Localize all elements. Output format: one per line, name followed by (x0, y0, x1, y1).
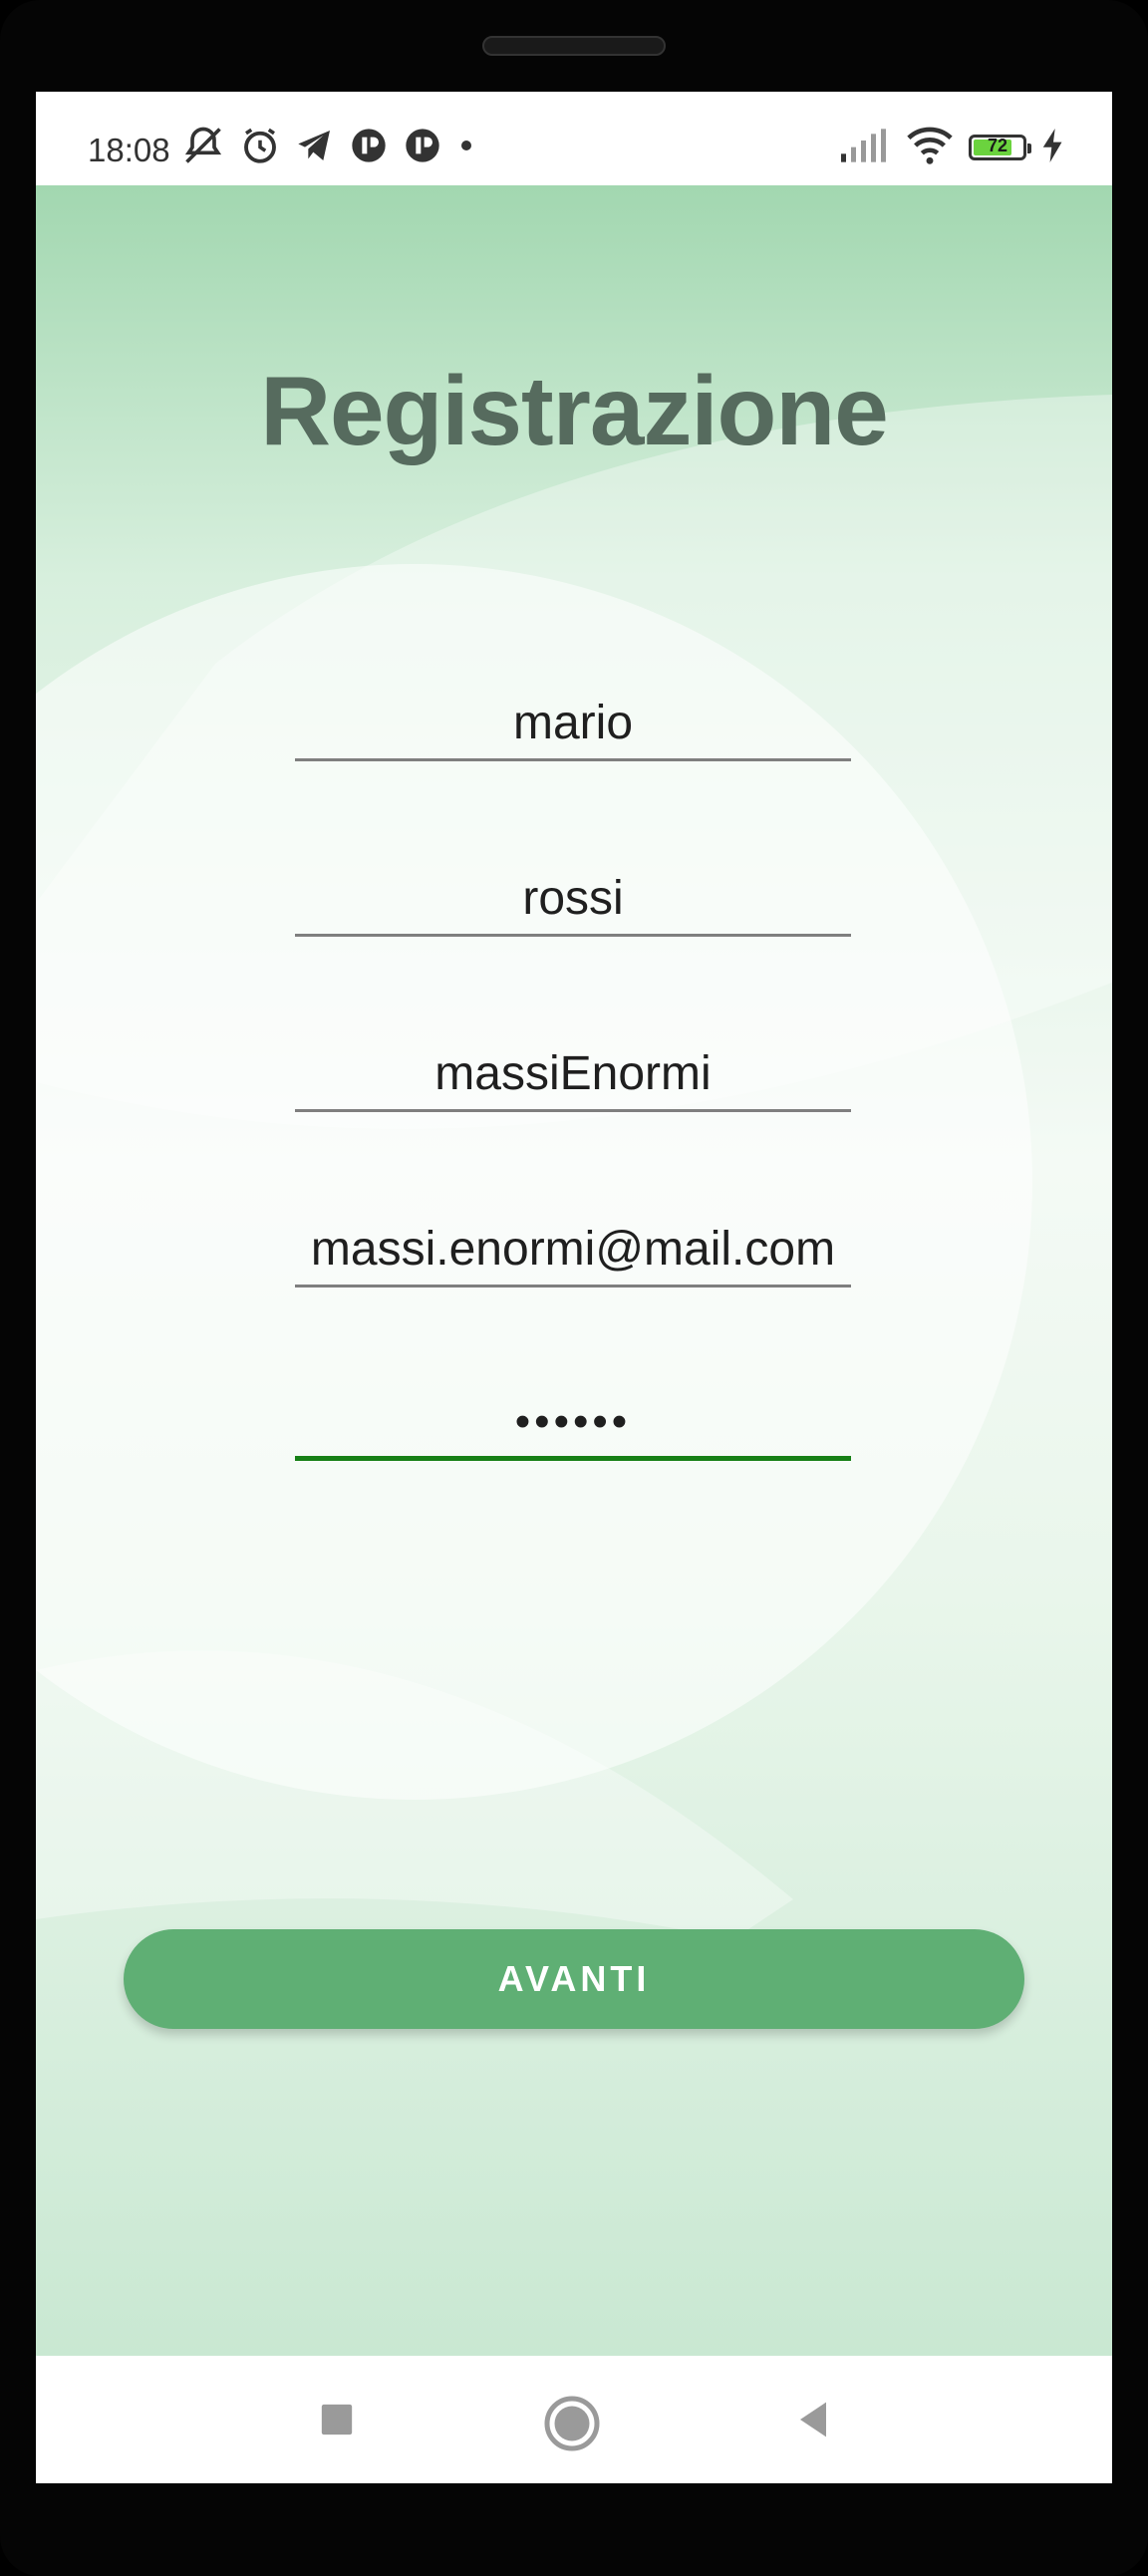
notification-icons (181, 126, 476, 169)
speaker-grille (482, 36, 666, 56)
wifi-icon (907, 126, 953, 170)
password-field[interactable] (295, 1391, 851, 1461)
first-name-input[interactable] (295, 692, 851, 753)
next-button[interactable]: AVANTI (124, 1929, 1024, 2029)
recents-square-icon[interactable] (311, 2394, 363, 2450)
app-badge-icon (349, 126, 389, 170)
charging-icon (1042, 128, 1064, 167)
app-badge-icon (403, 126, 442, 170)
navigation-bar (36, 2356, 1112, 2483)
registration-screen: Registrazione AVANTI (36, 185, 1112, 2356)
username-field[interactable] (295, 1042, 851, 1112)
home-circle-icon[interactable] (542, 2394, 602, 2458)
password-input[interactable] (295, 1391, 851, 1453)
email-input[interactable] (295, 1218, 851, 1280)
first-name-field[interactable] (295, 692, 851, 761)
battery-level: 72 (987, 136, 1008, 155)
last-name-input[interactable] (295, 867, 851, 929)
phone-frame: 18:08 72 Registrazione mario rossi massi… (0, 0, 1148, 2576)
username-input[interactable] (295, 1042, 851, 1104)
system-icons: 72 (841, 126, 1064, 169)
back-triangle-icon[interactable] (787, 2394, 839, 2450)
battery-icon: 72 (969, 135, 1031, 160)
status-time: 18:08 (88, 132, 170, 168)
dot-icon (456, 136, 476, 160)
alarm-icon (239, 125, 281, 171)
last-name-field[interactable] (295, 867, 851, 937)
email-field[interactable] (295, 1218, 851, 1288)
signal-icon (841, 128, 891, 167)
status-bar: 18:08 72 (36, 92, 1112, 185)
page-title: Registrazione (260, 356, 889, 465)
muted-notifications-icon (181, 124, 225, 172)
screen: 18:08 72 Registrazione mario rossi massi… (36, 92, 1112, 2483)
telegram-icon (295, 126, 335, 170)
